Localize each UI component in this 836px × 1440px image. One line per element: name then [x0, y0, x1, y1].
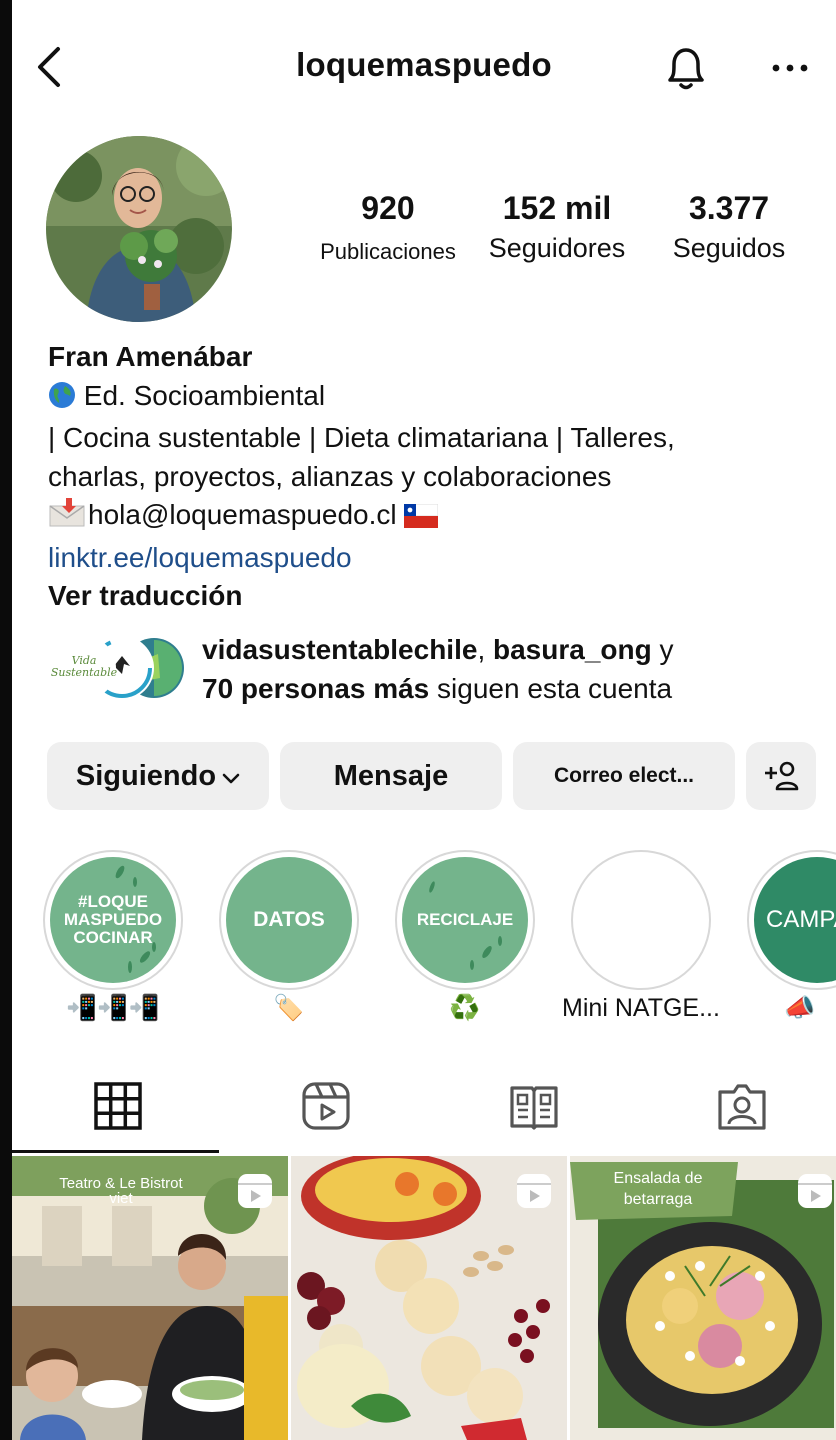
chevron-down-icon — [222, 760, 240, 793]
mutual-suffix: siguen esta cuenta — [429, 673, 673, 704]
guides-icon[interactable] — [508, 1080, 560, 1132]
bio-email[interactable]: hola@loquemaspuedo.cl — [88, 499, 397, 530]
bio-text-1: Ed. Socioambiental — [83, 379, 326, 411]
avatar[interactable] — [46, 136, 232, 322]
display-name: Fran Amenábar — [48, 341, 253, 372]
grid-icon[interactable] — [92, 1080, 144, 1132]
posts-count: 920 — [361, 190, 415, 226]
bell-icon[interactable] — [662, 42, 710, 94]
email-button[interactable]: Correo elect... — [513, 742, 735, 810]
followed-by-text[interactable]: vidasustentablechile, basura_ong y 70 pe… — [202, 630, 822, 708]
bio-link[interactable]: linktr.ee/loquemaspuedo — [48, 539, 818, 578]
bio-email-line: hola@loquemaspuedo.cl — [48, 496, 818, 539]
highlight-caption: 🏷️ — [273, 994, 305, 1022]
highlight-caption: 📣 — [784, 994, 816, 1022]
stat-followers[interactable]: 152 mil Seguidores — [474, 190, 640, 264]
post-thumbnail-2[interactable] — [291, 1156, 567, 1440]
following-count: 3.377 — [688, 190, 770, 226]
highlight-cover-text: CAMPAÑ — [766, 906, 836, 933]
reel-icon — [515, 1172, 553, 1210]
bio-line-3: charlas, proyectos, alianzas y colaborac… — [48, 460, 612, 492]
post-overlay-text: Teatro & Le Bistrot viet — [59, 1175, 183, 1207]
add-person-icon — [765, 761, 799, 791]
bio-line-1: Ed. Socioambiental — [48, 377, 818, 420]
message-button[interactable]: Mensaje — [280, 742, 502, 810]
mutual-account-2[interactable]: basura_ong — [493, 634, 652, 665]
highlight-cover-text: mini NATGEO 2 — [601, 889, 681, 950]
mutual-count[interactable]: 70 personas más — [202, 673, 429, 704]
highlight-cover-text: DATOS — [253, 908, 325, 931]
profile-username: loquemaspuedo — [296, 46, 552, 83]
posts-label: Publicaciones — [320, 239, 456, 264]
following-button-label: Siguiendo — [75, 759, 217, 792]
profile-bio: Fran Amenábar Ed. Socioambiental | Cocin… — [48, 338, 818, 616]
chile-flag-icon — [403, 500, 439, 539]
mutual-account-1[interactable]: vidasustentablechile — [202, 634, 477, 665]
svg-text:Sustentable: Sustentable — [51, 666, 118, 679]
mutual-connector: y — [651, 634, 674, 665]
stat-posts[interactable]: 920 Publicaciones — [308, 190, 468, 265]
envelope-icon — [48, 498, 88, 539]
bio-line-2: | Cocina sustentable | Dieta climatarian… — [48, 422, 675, 453]
highlight-cover-text: RECICLAJE — [416, 910, 514, 929]
highlight-caption: Mini NATGE... — [562, 994, 720, 1022]
highlight-datos[interactable]: DATOS — [219, 850, 359, 990]
following-button[interactable]: Siguiendo — [47, 742, 269, 810]
globe-icon — [48, 381, 76, 420]
tagged-icon[interactable] — [716, 1080, 768, 1132]
active-tab-indicator — [12, 1150, 219, 1153]
reel-icon — [236, 1172, 274, 1210]
highlight-reciclaje[interactable]: RECICLAJE — [395, 850, 535, 990]
see-translation[interactable]: Ver traducción — [48, 577, 818, 616]
highlight-mini-natgeo[interactable]: mini NATGEO 2 — [571, 850, 711, 990]
mutual-followers-avatars[interactable]: Vida Sustentable — [50, 634, 190, 702]
followers-count: 152 mil — [502, 190, 612, 226]
highlight-cover-text: #LOQUE MASPUEDO COCINAR — [63, 892, 163, 947]
mutual-sep: , — [477, 634, 493, 665]
profile-screen: loquemaspuedo 920 Publicaciones 152 mil … — [12, 0, 836, 1440]
following-label: Seguidos — [672, 233, 786, 263]
followers-label: Seguidores — [488, 233, 626, 263]
post-overlay-text: Ensalada de betarraga — [613, 1170, 703, 1208]
highlight-caption: ♻️ — [449, 994, 481, 1022]
add-user-button[interactable] — [746, 742, 816, 810]
highlight-caption: 📲📲📲 — [66, 994, 160, 1022]
more-options-icon[interactable] — [770, 48, 810, 88]
highlight-campana[interactable]: CAMPAÑ — [747, 850, 836, 990]
stat-following[interactable]: 3.377 Seguidos — [656, 190, 802, 264]
post-thumbnail-1[interactable]: Teatro & Le Bistrot viet — [12, 1156, 288, 1440]
highlight-loquemaspuedo-cocinar[interactable]: #LOQUE MASPUEDO COCINAR — [43, 850, 183, 990]
reel-icon — [796, 1172, 834, 1210]
post-thumbnail-3[interactable]: Ensalada de betarraga — [570, 1156, 836, 1440]
reels-icon[interactable] — [300, 1080, 352, 1132]
